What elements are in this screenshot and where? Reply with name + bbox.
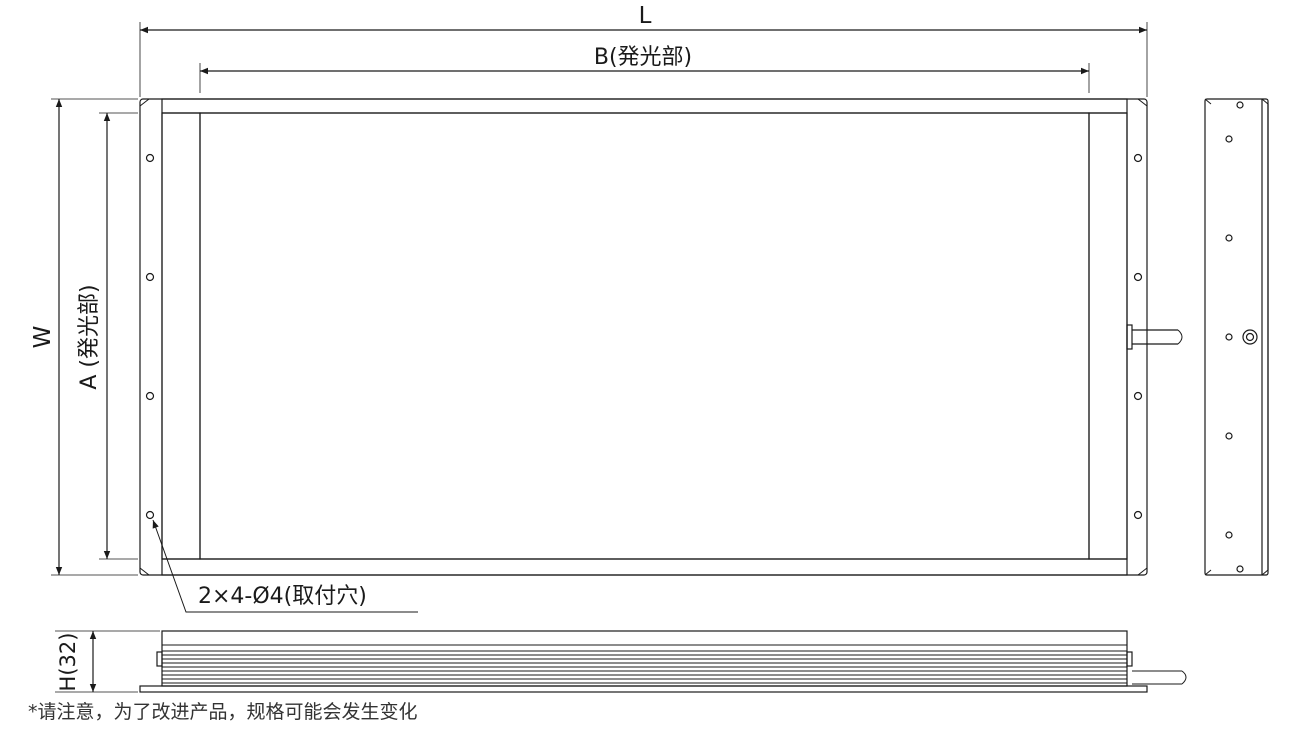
emitting-area (199, 112, 1090, 560)
mounting-hole (145, 153, 155, 163)
label-L: L (639, 3, 652, 29)
screw-icon (1225, 234, 1233, 242)
mounting-hole (145, 510, 155, 520)
screw-icon (1225, 531, 1233, 539)
label-H: H(32) (56, 633, 80, 692)
label-B: B(発光部) (594, 45, 692, 70)
mounting-hole (145, 272, 155, 282)
top-view (139, 98, 1183, 576)
label-mounting-holes: 2×4-Ø4(取付穴) (198, 584, 367, 609)
right-end-cap (1088, 112, 1128, 560)
label-W: W (30, 326, 56, 349)
mounting-hole (1133, 272, 1143, 282)
front-base-plate (139, 685, 1148, 693)
heat-sink-fins (162, 644, 1127, 684)
screw-icon (1225, 432, 1233, 440)
screw-icon (1225, 333, 1233, 341)
left-end-cap (161, 112, 201, 560)
technical-drawing: L B(発光部) W A (発光部) H(32) 2×4-Ø4(取付穴) (30, 3, 1269, 693)
mounting-plate-outline (139, 98, 1148, 576)
screw-icon (1236, 101, 1244, 109)
screw-icon (1225, 135, 1233, 143)
mounting-hole (145, 391, 155, 401)
housing-outline (161, 98, 1128, 576)
side-view (1204, 98, 1269, 576)
mounting-holes (145, 153, 1143, 520)
cable (1126, 324, 1183, 350)
mounting-hole (1133, 391, 1143, 401)
screws (1225, 101, 1244, 573)
front-housing (161, 630, 1128, 687)
front-view (139, 630, 1187, 693)
mounting-hole (1133, 153, 1143, 163)
connector-icon (1242, 329, 1258, 345)
screw-icon (1236, 565, 1244, 573)
disclaimer-note: *请注意，为了改进产品，规格可能会发生变化 (28, 701, 418, 723)
mounting-hole (1133, 510, 1143, 520)
label-A: A (発光部) (77, 284, 102, 389)
